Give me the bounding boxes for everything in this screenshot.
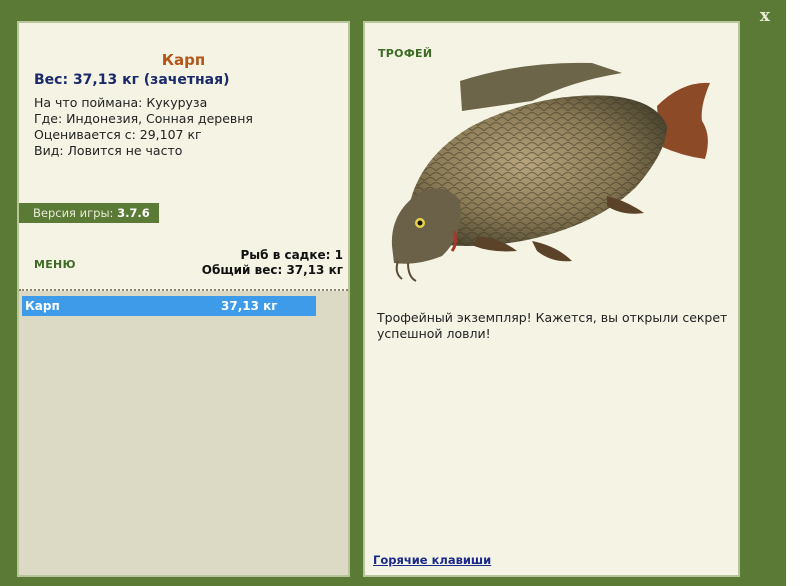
version-bar: Версия игры: 3.7.6 [19, 203, 159, 223]
version-label: Версия игры: [33, 206, 114, 220]
catch-list-item[interactable]: Карп 37,13 кг [22, 296, 316, 316]
fish-info-window: x Карп Вес: 37,13 кг (зачетная) На что п… [0, 0, 786, 586]
cage-fish-count: Рыб в садке: 1 [240, 248, 344, 262]
value-line: Оценивается с: 29,107 кг [34, 127, 202, 142]
catch-item-name: Карп [25, 299, 60, 313]
trophy-label: ТРОФЕЙ [378, 47, 433, 60]
cage-total-weight: Общий вес: 37,13 кг [201, 263, 343, 277]
version-value: 3.7.6 [117, 206, 150, 220]
menu-button[interactable]: МЕНЮ [34, 258, 76, 271]
catch-details-panel: Карп Вес: 37,13 кг (зачетная) На что пой… [17, 21, 350, 577]
carp-trophy-image [391, 62, 710, 282]
rarity-line: Вид: Ловится не часто [34, 143, 183, 158]
close-button[interactable]: x [755, 6, 775, 26]
trophy-panel: ТРОФЕЙ Трофейный экземпляр! Кажется, вы … [363, 21, 740, 577]
bait-line: На что поймана: Кукуруза [34, 95, 208, 110]
hotkeys-link[interactable]: Горячие клавиши [373, 553, 491, 567]
trophy-message: Трофейный экземпляр! Кажется, вы открыли… [377, 310, 728, 341]
fish-name-title: Карп [161, 51, 206, 69]
catch-item-weight: 37,13 кг [221, 299, 278, 313]
location-line: Где: Индонезия, Сонная деревня [34, 111, 253, 126]
catch-list: Карп 37,13 кг [19, 291, 348, 575]
fish-weight-line: Вес: 37,13 кг (зачетная) [34, 72, 230, 88]
